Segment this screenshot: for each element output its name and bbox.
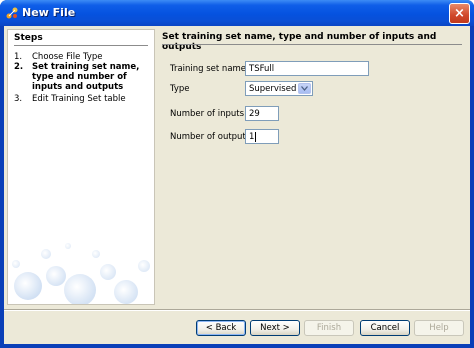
- text-cursor: [255, 131, 257, 142]
- bubbles-decoration: [12, 243, 150, 304]
- step-item-edit-training-set: 3. Edit Training Set table: [14, 94, 150, 104]
- training-set-name-label: Training set name: [170, 64, 247, 74]
- number-of-outputs-value: 1: [249, 132, 255, 142]
- form-panel: Set training set name, type and number o…: [156, 29, 466, 305]
- finish-button[interactable]: Finish: [304, 320, 354, 336]
- steps-title: Steps: [14, 33, 43, 43]
- title-bar[interactable]: New File ×: [0, 0, 474, 26]
- training-set-name-field[interactable]: TSFull: [245, 61, 369, 76]
- steps-divider: [14, 45, 148, 46]
- step-item-choose-file-type: 1. Choose File Type: [14, 52, 150, 62]
- help-button[interactable]: Help: [414, 320, 464, 336]
- step-item-set-training-set: 2. Set training set name, type and numbe…: [14, 62, 150, 92]
- number-of-outputs-field[interactable]: 1: [245, 129, 279, 144]
- step-number: 1.: [14, 52, 23, 62]
- type-label: Type: [170, 84, 190, 94]
- step-label: Set training set name, type and number o…: [32, 62, 140, 92]
- step-label: Choose File Type: [32, 52, 103, 62]
- form-divider: [162, 44, 462, 45]
- back-button[interactable]: < Back: [196, 320, 246, 336]
- step-number: 3.: [14, 94, 23, 104]
- cancel-button[interactable]: Cancel: [360, 320, 410, 336]
- step-number: 2.: [14, 62, 24, 72]
- dialog-body: Steps 1. Choose File Type 2. Set trainin…: [4, 26, 470, 344]
- next-button[interactable]: Next >: [250, 320, 300, 336]
- window-title: New File: [22, 6, 76, 19]
- close-button[interactable]: ×: [449, 3, 470, 24]
- type-select[interactable]: Supervised: [245, 81, 313, 96]
- chevron-down-icon[interactable]: [298, 83, 311, 94]
- new-file-window: New File × Steps 1. Choose File Type 2. …: [0, 0, 474, 348]
- steps-panel: Steps 1. Choose File Type 2. Set trainin…: [7, 29, 155, 305]
- button-bar-divider: [4, 309, 470, 311]
- number-of-inputs-field[interactable]: 29: [245, 106, 279, 121]
- form-title: Set training set name, type and number o…: [162, 32, 437, 52]
- step-label: Edit Training Set table: [32, 94, 126, 104]
- app-icon: [6, 7, 18, 19]
- number-of-inputs-label: Number of inputs: [170, 109, 245, 119]
- type-select-value: Supervised: [249, 84, 297, 94]
- number-of-outputs-label: Number of outputs: [170, 132, 251, 142]
- close-icon: ×: [454, 6, 465, 21]
